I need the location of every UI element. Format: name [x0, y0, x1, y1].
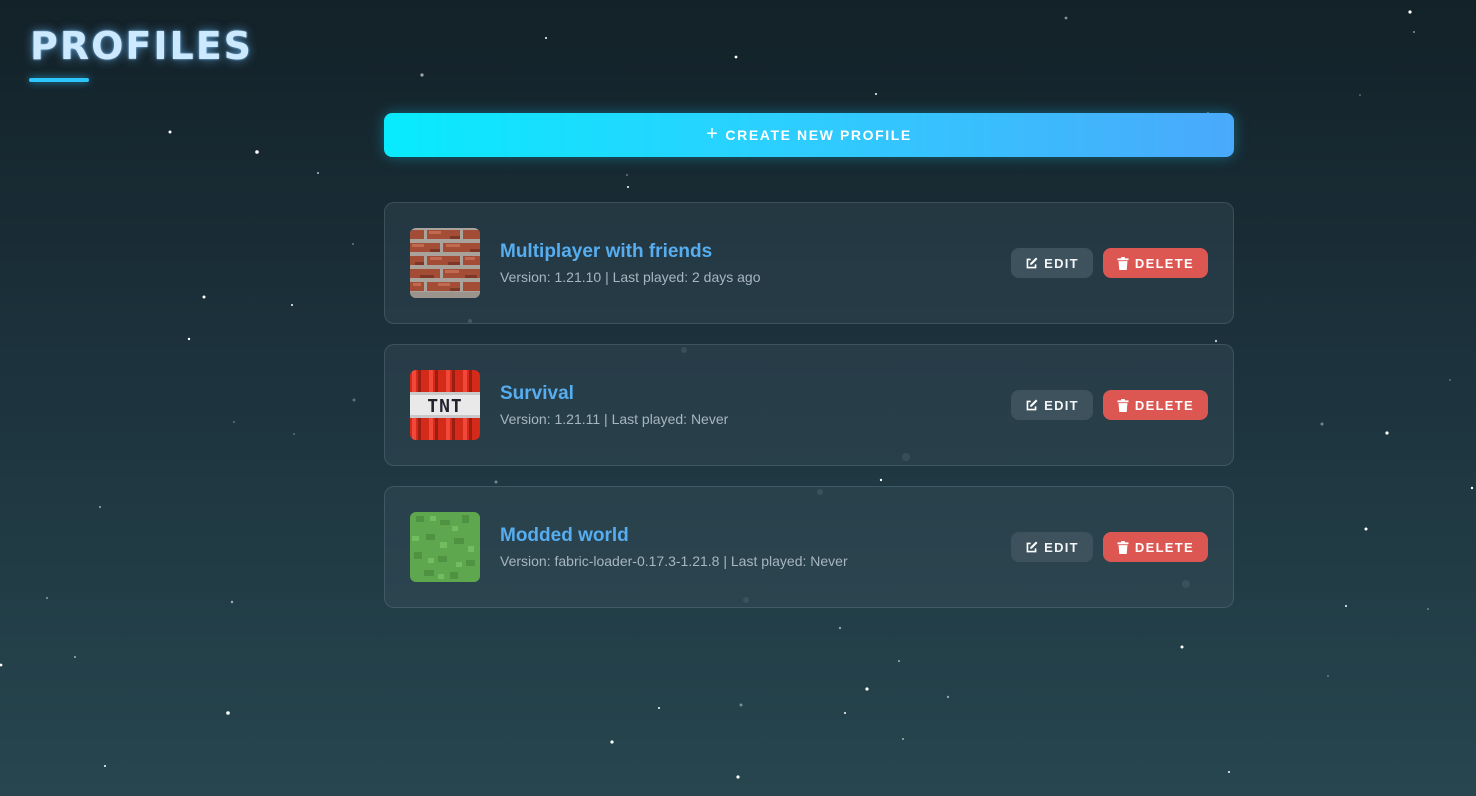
edit-icon	[1025, 541, 1038, 554]
profile-meta: Version: 1.21.11 | Last played: Never	[500, 411, 729, 427]
trash-icon	[1117, 256, 1129, 270]
title-underline	[29, 78, 89, 82]
grass-block-icon	[410, 512, 480, 582]
profile-meta: Version: fabric-loader-0.17.3-1.21.8 | L…	[500, 553, 848, 569]
edit-label: EDIT	[1044, 397, 1079, 413]
tnt-block-icon: TNT	[410, 370, 480, 440]
profile-name[interactable]: Multiplayer with friends	[500, 241, 1011, 263]
delete-button[interactable]: DELETE	[1102, 248, 1208, 278]
create-new-profile-button[interactable]: + CREATE NEW PROFILE	[384, 113, 1234, 157]
profile-info: Modded world Version: fabric-loader-0.17…	[500, 525, 1011, 569]
delete-label: DELETE	[1134, 397, 1194, 413]
edit-icon	[1025, 257, 1038, 270]
profile-card[interactable]: TNT Survival Version: 1.21.11 | Last pla…	[384, 344, 1234, 466]
create-new-profile-label: CREATE NEW PROFILE	[725, 127, 912, 143]
profile-info: Survival Version: 1.21.11 | Last played:…	[500, 383, 1011, 427]
profile-info: Multiplayer with friends Version: 1.21.1…	[500, 241, 1011, 285]
edit-icon	[1025, 399, 1038, 412]
profile-card[interactable]: Multiplayer with friends Version: 1.21.1…	[384, 202, 1234, 324]
profiles-panel: + CREATE NEW PROFILE Multiplayer with fr…	[384, 113, 1234, 628]
profile-actions: EDIT DELETE	[1011, 532, 1208, 562]
delete-label: DELETE	[1134, 539, 1194, 555]
edit-button[interactable]: EDIT	[1011, 532, 1093, 562]
profile-list: Multiplayer with friends Version: 1.21.1…	[384, 202, 1234, 608]
edit-label: EDIT	[1044, 539, 1079, 555]
delete-button[interactable]: DELETE	[1102, 390, 1208, 420]
delete-button[interactable]: DELETE	[1102, 532, 1208, 562]
brick-block-icon	[410, 228, 480, 298]
trash-icon	[1117, 398, 1129, 412]
delete-label: DELETE	[1134, 255, 1194, 271]
edit-button[interactable]: EDIT	[1011, 248, 1093, 278]
profile-card[interactable]: Modded world Version: fabric-loader-0.17…	[384, 486, 1234, 608]
profile-meta: Version: 1.21.10 | Last played: 2 days a…	[500, 269, 761, 285]
trash-icon	[1117, 540, 1129, 554]
edit-label: EDIT	[1044, 255, 1079, 271]
profile-name[interactable]: Survival	[500, 383, 1011, 405]
page-title: PROFILES	[30, 24, 254, 68]
profile-actions: EDIT DELETE	[1011, 390, 1208, 420]
profile-name[interactable]: Modded world	[500, 525, 1011, 547]
profile-actions: EDIT DELETE	[1011, 248, 1208, 278]
plus-icon: +	[706, 123, 720, 145]
tnt-label: TNT	[427, 396, 463, 417]
edit-button[interactable]: EDIT	[1011, 390, 1093, 420]
